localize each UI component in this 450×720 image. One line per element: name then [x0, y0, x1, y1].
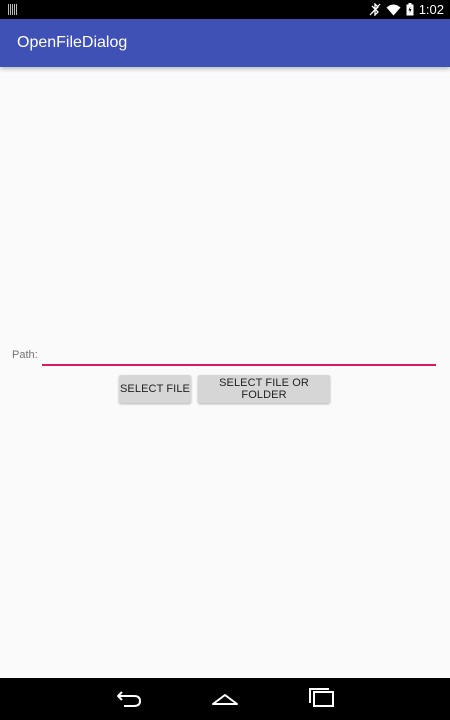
select-file-button[interactable]: SELECT FILE: [119, 375, 191, 403]
wifi-icon: [386, 4, 401, 16]
recents-icon[interactable]: [308, 687, 336, 714]
bluetooth-icon: [369, 3, 381, 16]
navigation-bar: [0, 678, 450, 720]
notification-icon: [8, 4, 17, 15]
status-bar: 1:02: [0, 0, 450, 19]
screen: 1:02 OpenFileDialog Path: SELECT FILE SE…: [0, 0, 450, 720]
back-icon[interactable]: [115, 687, 143, 714]
battery-icon: [406, 3, 414, 16]
select-file-or-folder-button[interactable]: SELECT FILE OR FOLDER: [198, 375, 330, 403]
app-title: OpenFileDialog: [17, 34, 128, 51]
status-time: 1:02: [418, 2, 444, 17]
app-bar: OpenFileDialog: [0, 19, 450, 67]
status-icons: 1:02: [369, 0, 444, 19]
path-label: Path:: [12, 349, 38, 361]
path-input[interactable]: [42, 344, 436, 366]
home-icon[interactable]: [211, 687, 239, 714]
